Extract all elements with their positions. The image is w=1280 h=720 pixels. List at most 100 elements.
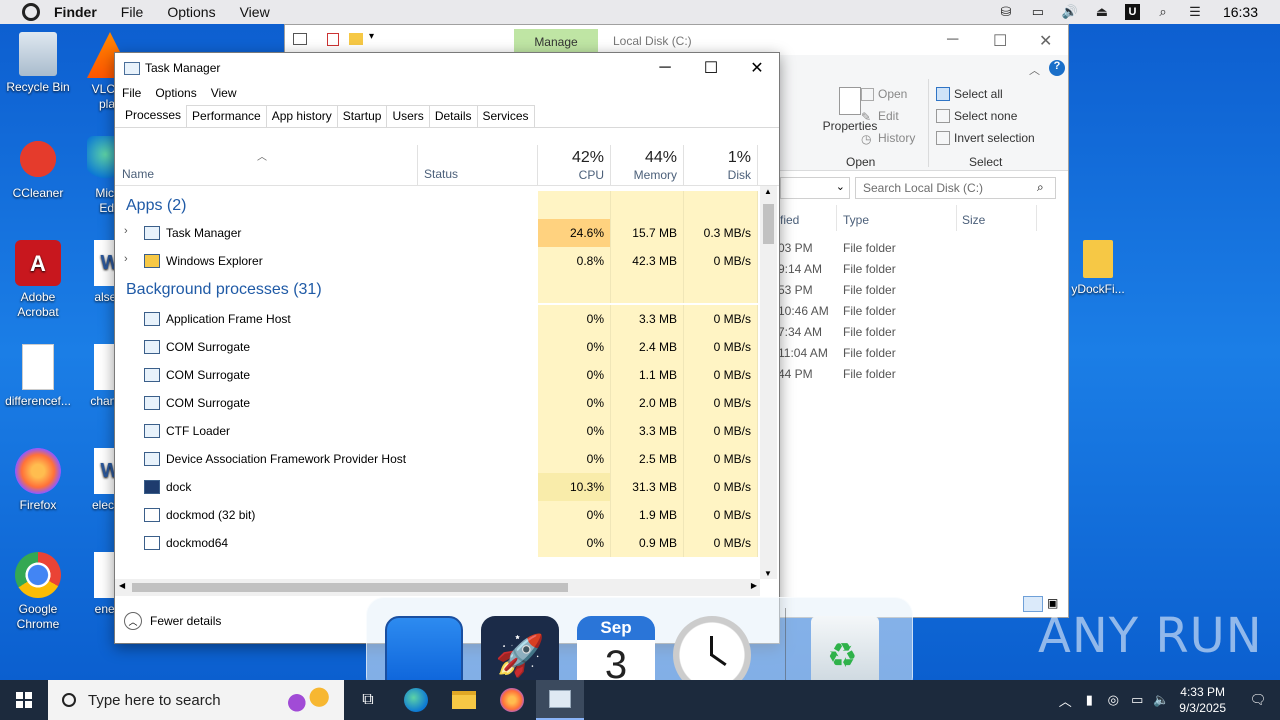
select-none-button[interactable]: Select none bbox=[936, 109, 1017, 123]
menu-options[interactable]: Options bbox=[155, 86, 196, 100]
explorer-row-type[interactable]: File folder bbox=[843, 283, 896, 297]
taskbar-search-input[interactable]: Type here to search bbox=[48, 680, 344, 720]
process-row[interactable]: dock 10.3% 31.3 MB 0 MB/s bbox=[115, 473, 758, 501]
menubar-item-view[interactable]: View bbox=[240, 4, 270, 20]
horizontal-scrollbar-thumb[interactable] bbox=[132, 583, 568, 592]
process-row[interactable]: Device Association Framework Provider Ho… bbox=[115, 445, 758, 473]
tray-security-icon[interactable]: ◎ bbox=[1101, 692, 1125, 708]
explorer-row-type[interactable]: File folder bbox=[843, 367, 896, 381]
menubar-app-name[interactable]: Finder bbox=[54, 4, 97, 20]
explorer-row-modified[interactable]: 53 PM bbox=[778, 283, 813, 297]
column-size[interactable]: Size bbox=[962, 213, 985, 227]
minimize-button[interactable]: ─ bbox=[642, 53, 688, 83]
help-icon[interactable]: ? bbox=[1049, 60, 1065, 76]
tray-network-icon[interactable]: ▭ bbox=[1125, 692, 1149, 708]
explorer-row-type[interactable]: File folder bbox=[843, 262, 896, 276]
process-row[interactable]: CTF Loader 0% 3.3 MB 0 MB/s bbox=[115, 417, 758, 445]
process-row[interactable]: Application Frame Host 0% 3.3 MB 0 MB/s bbox=[115, 305, 758, 333]
explorer-row-modified[interactable]: 10:46 AM bbox=[778, 304, 829, 318]
properties-quick-icon[interactable] bbox=[293, 33, 307, 45]
taskbar-file-explorer[interactable] bbox=[440, 680, 488, 720]
user-badge-icon[interactable]: U bbox=[1124, 4, 1140, 20]
open-button[interactable]: Open bbox=[861, 87, 907, 101]
explorer-minimize-button[interactable]: ─ bbox=[947, 31, 958, 49]
taskbar-clock[interactable]: 4:33 PM 9/3/2025 bbox=[1179, 684, 1226, 716]
apple-menu-icon[interactable] bbox=[22, 3, 40, 21]
group-background-processes[interactable]: Background processes (31) bbox=[126, 281, 322, 299]
tray-overflow-icon[interactable]: ︿ bbox=[1053, 691, 1077, 710]
volume-icon[interactable]: 🔊 bbox=[1061, 4, 1079, 19]
explorer-row-type[interactable]: File folder bbox=[843, 241, 896, 255]
scroll-down-icon[interactable]: ▼ bbox=[764, 569, 772, 578]
taskbar-task-manager[interactable] bbox=[536, 680, 584, 720]
scroll-left-icon[interactable]: ◀ bbox=[119, 581, 125, 590]
scroll-right-icon[interactable]: ▶ bbox=[751, 581, 757, 590]
scroll-up-icon[interactable]: ▲ bbox=[764, 187, 772, 196]
process-row[interactable]: COM Surrogate 0% 1.1 MB 0 MB/s bbox=[115, 361, 758, 389]
history-button[interactable]: ◷ History bbox=[861, 131, 915, 146]
horizontal-scrollbar[interactable]: ◀ ▶ bbox=[115, 579, 760, 596]
desktop-icon-recycle-bin[interactable]: Recycle Bin bbox=[0, 32, 76, 95]
desktop-icon-chrome[interactable]: Google Chrome bbox=[0, 552, 76, 632]
explorer-row-modified[interactable]: 03 PM bbox=[778, 241, 813, 255]
column-disk[interactable]: 1% Disk bbox=[684, 145, 758, 186]
notifications-icon[interactable]: 🗨 bbox=[1236, 692, 1280, 708]
search-input[interactable]: Search Local Disk (C:) bbox=[855, 177, 1056, 199]
desktop-icon-firefox[interactable]: Firefox bbox=[0, 448, 76, 513]
maximize-button[interactable]: ☐ bbox=[688, 53, 734, 83]
tab-performance[interactable]: Performance bbox=[186, 105, 267, 127]
process-row[interactable]: COM Surrogate 0% 2.4 MB 0 MB/s bbox=[115, 333, 758, 361]
taskbar-edge[interactable] bbox=[392, 680, 440, 720]
vertical-scrollbar-thumb[interactable] bbox=[763, 204, 774, 244]
column-type[interactable]: Type bbox=[843, 213, 869, 227]
explorer-row-modified[interactable]: 9:14 AM bbox=[778, 262, 822, 276]
menu-file[interactable]: File bbox=[122, 86, 141, 100]
expand-chevron-icon[interactable]: › bbox=[124, 225, 128, 237]
explorer-row-type[interactable]: File folder bbox=[843, 346, 896, 360]
column-cpu[interactable]: 42% CPU bbox=[538, 145, 611, 186]
edit-button[interactable]: ✎ Edit bbox=[861, 109, 899, 124]
control-center-icon[interactable]: ☰ bbox=[1186, 4, 1204, 19]
explorer-row-type[interactable]: File folder bbox=[843, 325, 896, 339]
start-button[interactable] bbox=[0, 680, 48, 720]
process-row[interactable]: dockmod64 0% 0.9 MB 0 MB/s bbox=[115, 529, 758, 557]
menubar-item-options[interactable]: Options bbox=[167, 4, 215, 20]
desktop-icon-folder-dockfi[interactable]: yDockFi... bbox=[1060, 240, 1136, 297]
close-button[interactable]: ✕ bbox=[734, 53, 780, 83]
tab-services[interactable]: Services bbox=[476, 105, 535, 127]
checklist-quick-icon[interactable] bbox=[327, 33, 339, 46]
vertical-scrollbar[interactable]: ▲ ▼ bbox=[760, 186, 777, 579]
monitor-icon[interactable]: ▭ bbox=[1029, 4, 1047, 19]
taskbar-firefox[interactable] bbox=[488, 680, 536, 720]
explorer-row-modified[interactable]: 44 PM bbox=[778, 367, 813, 381]
search-icon[interactable]: ⌕ bbox=[1154, 4, 1172, 19]
customize-dropdown-icon[interactable]: ▾ bbox=[369, 31, 374, 42]
invert-selection-button[interactable]: Invert selection bbox=[936, 131, 1035, 145]
desktop-icon-acrobat[interactable]: A Adobe Acrobat bbox=[0, 240, 76, 320]
tab-app-history[interactable]: App history bbox=[265, 105, 338, 127]
tab-details[interactable]: Details bbox=[428, 105, 478, 127]
process-row[interactable]: COM Surrogate 0% 2.0 MB 0 MB/s bbox=[115, 389, 758, 417]
column-date-modified[interactable]: fied bbox=[780, 213, 799, 227]
explorer-row-modified[interactable]: 7:34 AM bbox=[778, 325, 822, 339]
drive-icon[interactable]: ⛁ bbox=[997, 4, 1015, 19]
process-row[interactable]: dockmod (32 bit) 0% 1.9 MB 0 MB/s bbox=[115, 501, 758, 529]
desktop-icon-ccleaner[interactable]: CCleaner bbox=[0, 136, 76, 201]
column-memory[interactable]: 44% Memory bbox=[611, 145, 684, 186]
process-row[interactable]: › Windows Explorer 0.8% 42.3 MB 0 MB/s bbox=[115, 247, 758, 275]
explorer-close-button[interactable]: ✕ bbox=[1039, 31, 1052, 51]
process-row[interactable]: › Task Manager 24.6% 15.7 MB 0.3 MB/s bbox=[115, 219, 758, 247]
desktop-icon-image-file-1[interactable]: differencef... bbox=[0, 344, 76, 409]
tab-startup[interactable]: Startup bbox=[336, 105, 388, 127]
task-view-button[interactable]: ⧉ bbox=[344, 680, 392, 720]
menubar-item-file[interactable]: File bbox=[121, 4, 144, 20]
tab-users[interactable]: Users bbox=[386, 105, 430, 127]
select-all-button[interactable]: Select all bbox=[936, 87, 1003, 101]
tab-processes[interactable]: Processes bbox=[119, 104, 188, 127]
menu-view[interactable]: View bbox=[211, 86, 237, 100]
explorer-maximize-button[interactable]: ☐ bbox=[993, 31, 1007, 51]
expand-chevron-icon[interactable]: › bbox=[124, 253, 128, 265]
new-folder-quick-icon[interactable] bbox=[349, 33, 363, 45]
tray-battery-icon[interactable]: ▮ bbox=[1077, 692, 1101, 708]
explorer-row-modified[interactable]: 11:04 AM bbox=[778, 346, 828, 360]
